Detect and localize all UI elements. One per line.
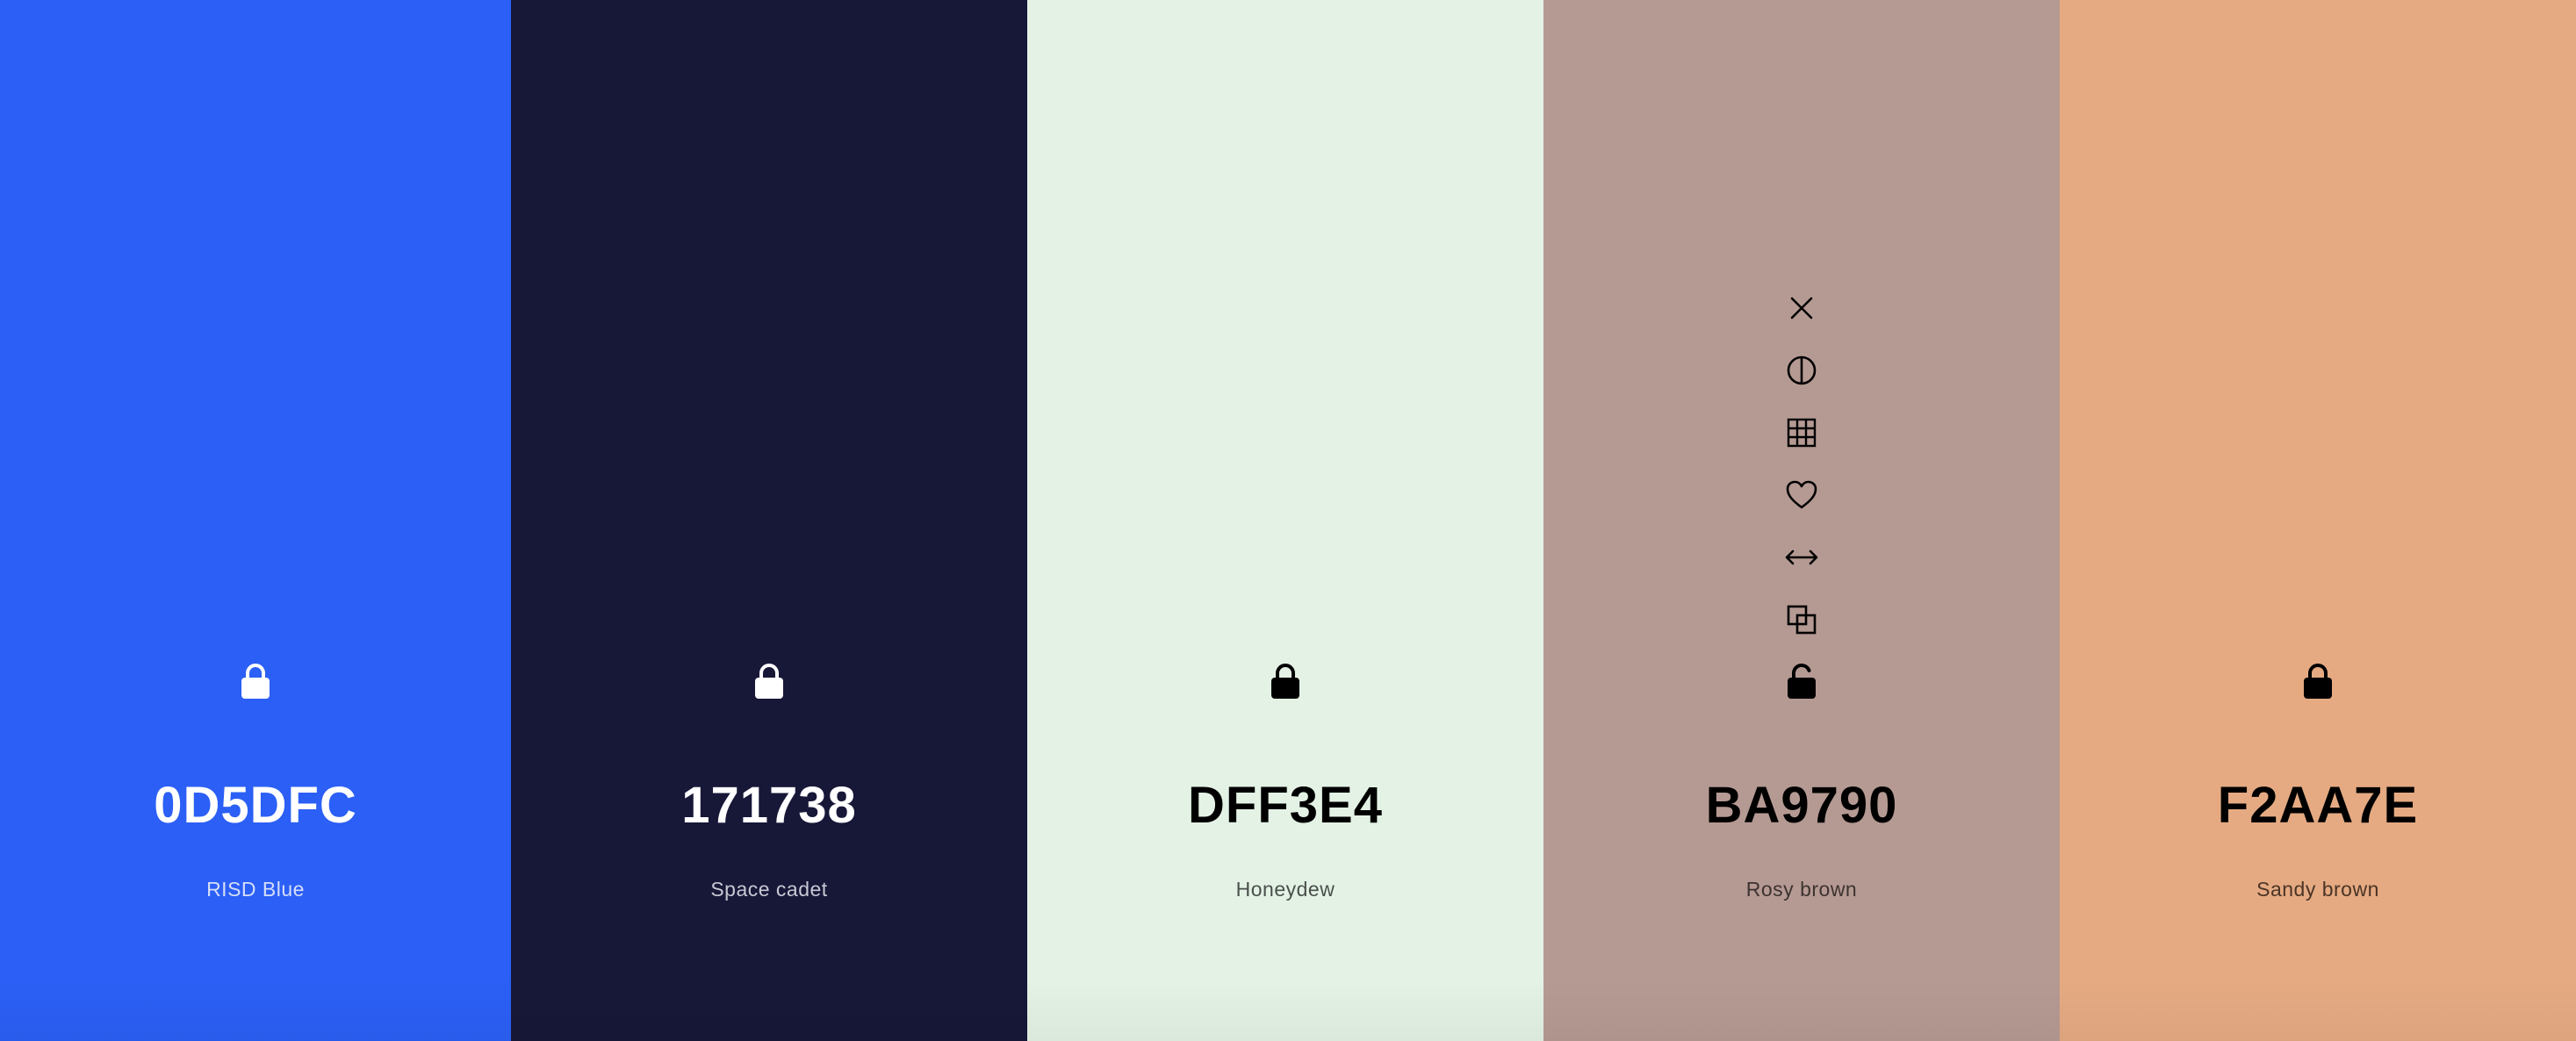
heart-icon[interactable] — [1777, 470, 1826, 520]
color-swatch-1[interactable]: 0D5DFC RISD Blue — [0, 0, 511, 1041]
color-name[interactable]: Honeydew — [1027, 878, 1543, 901]
color-swatch-5[interactable]: F2AA7E Sandy brown — [2060, 0, 2576, 1041]
hex-code[interactable]: DFF3E4 — [1027, 776, 1543, 835]
lock-closed-icon[interactable] — [743, 655, 795, 707]
hex-code[interactable]: BA9790 — [1543, 776, 2060, 835]
swatch-tools — [1543, 284, 2060, 657]
lock-closed-icon[interactable] — [229, 655, 282, 707]
bottom-shade — [2060, 980, 2576, 1041]
bottom-shade — [1543, 980, 2060, 1041]
color-swatch-3[interactable]: DFF3E4 Honeydew — [1027, 0, 1543, 1041]
color-name[interactable]: Sandy brown — [2060, 878, 2576, 901]
color-name[interactable]: Space cadet — [511, 878, 1027, 901]
color-swatch-4[interactable]: BA9790 Rosy brown — [1543, 0, 2060, 1041]
close-icon-svg — [1790, 297, 1813, 319]
heart-icon-svg — [1786, 480, 1817, 509]
color-name[interactable]: Rosy brown — [1543, 878, 2060, 901]
lock-closed-icon[interactable] — [1259, 655, 1312, 707]
hex-code[interactable]: F2AA7E — [2060, 776, 2576, 835]
lock-closed-icon-svg — [241, 664, 270, 699]
lock-closed-icon-svg — [755, 664, 783, 699]
bottom-shade — [0, 980, 511, 1041]
lock-open-icon-svg — [1788, 663, 1816, 699]
color-swatch-2[interactable]: 171738 Space cadet — [511, 0, 1027, 1041]
copy-icon-svg — [1787, 605, 1817, 635]
lock-closed-icon-svg — [1271, 664, 1299, 699]
grid-icon-svg — [1787, 418, 1817, 448]
drag-arrows-icon[interactable] — [1777, 533, 1826, 582]
color-name[interactable]: RISD Blue — [0, 878, 511, 901]
lock-closed-icon-svg — [2304, 664, 2332, 699]
contrast-icon-svg — [1787, 355, 1817, 385]
lock-open-icon[interactable] — [1775, 655, 1828, 707]
copy-icon[interactable] — [1777, 595, 1826, 644]
color-palette: 0D5DFC RISD Blue 171738 Space cadet DFF3… — [0, 0, 2576, 1041]
grid-icon[interactable] — [1777, 408, 1826, 457]
hex-code[interactable]: 171738 — [511, 776, 1027, 835]
close-icon[interactable] — [1777, 284, 1826, 333]
drag-arrows-icon-svg — [1785, 549, 1818, 565]
bottom-shade — [1027, 980, 1543, 1041]
bottom-shade — [511, 980, 1027, 1041]
lock-closed-icon[interactable] — [2292, 655, 2344, 707]
contrast-icon[interactable] — [1777, 346, 1826, 395]
hex-code[interactable]: 0D5DFC — [0, 776, 511, 835]
